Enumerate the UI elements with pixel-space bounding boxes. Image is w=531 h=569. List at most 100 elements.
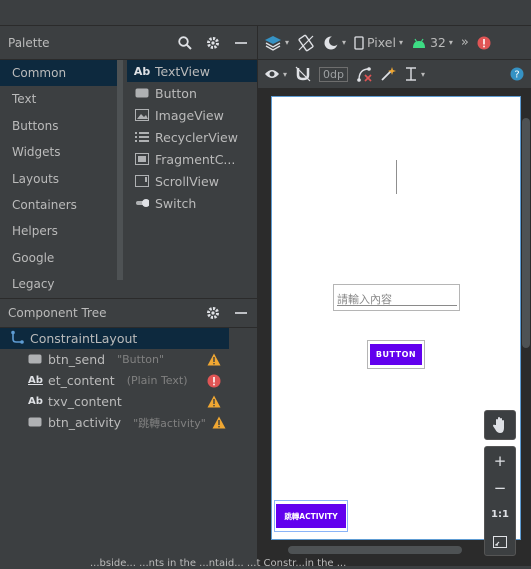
orientation-icon[interactable]	[297, 34, 315, 52]
search-icon[interactable]	[177, 35, 193, 51]
palette-item-label: RecyclerView	[155, 129, 238, 145]
align-icon[interactable]: ▾	[404, 66, 425, 82]
magnet-icon[interactable]	[295, 66, 311, 82]
palette-item-imageview[interactable]: ImageView	[127, 104, 257, 126]
tree-node-txv-content[interactable]: Ab txv_content	[0, 391, 229, 412]
palette-header: Palette	[0, 26, 257, 60]
tree-node-name: ConstraintLayout	[30, 331, 138, 346]
zoom-group: + − 1:1	[484, 446, 516, 556]
textview-icon: Ab	[133, 64, 151, 78]
infer-constraints-icon[interactable]	[380, 66, 396, 82]
palette-item-label: TextView	[155, 63, 210, 79]
constraint-layout-icon	[10, 330, 24, 347]
minimize-icon[interactable]	[233, 305, 249, 321]
palette-item-recyclerview[interactable]: RecyclerView	[127, 126, 257, 148]
palette-splitter[interactable]	[117, 60, 123, 280]
warning-icon[interactable]	[207, 353, 221, 366]
category-buttons[interactable]: Buttons	[0, 113, 117, 139]
clear-constraints-icon[interactable]	[356, 66, 372, 82]
tree-node-btn-activity[interactable]: btn_activity "跳轉activity"	[0, 412, 229, 433]
api-level-selector[interactable]: 32 ▾	[411, 35, 453, 50]
textview-icon: Ab	[28, 375, 43, 386]
design-canvas[interactable]: 請輸入內容 BUTTON 跳轉ACTIVITY + − 1:1	[258, 88, 531, 566]
device-selector[interactable]: Pixel ▾	[354, 35, 403, 50]
tree-node-detail: "Button"	[117, 353, 165, 366]
category-legacy[interactable]: Legacy	[0, 271, 117, 297]
status-bar-text: ...bside... ...nts in the ...ntaid... ..…	[90, 558, 347, 569]
canvas-horizontal-scrollbar[interactable]	[288, 546, 462, 554]
component-tree-title: Component Tree	[8, 306, 107, 320]
gear-icon[interactable]	[205, 305, 221, 321]
zoom-actual-size-button[interactable]: 1:1	[485, 501, 515, 528]
btn-send-preview[interactable]: BUTTON	[367, 340, 425, 369]
palette-item-textview[interactable]: Ab TextView	[127, 60, 257, 82]
btn-send-label: BUTTON	[370, 344, 422, 365]
tree-scroll-area	[229, 328, 257, 566]
device-name: Pixel	[367, 35, 396, 50]
et-content-preview[interactable]: 請輸入內容	[333, 284, 460, 311]
design-toolbar-bottom: ▾ 0dp ▾ ?	[258, 60, 531, 88]
palette-body: Common Text Buttons Widgets Layouts Cont…	[0, 60, 257, 300]
zoom-to-fit-icon[interactable]	[485, 528, 515, 555]
list-icon	[135, 131, 149, 143]
palette-item-button[interactable]: Button	[127, 82, 257, 104]
textview-icon: Ab	[28, 396, 43, 407]
btn-activity-label: 跳轉ACTIVITY	[276, 504, 346, 528]
gear-icon[interactable]	[205, 35, 221, 51]
edittext-underline	[337, 305, 457, 306]
overflow-icon[interactable]: »	[461, 35, 469, 50]
category-containers[interactable]: Containers	[0, 192, 117, 218]
svg-text:?: ?	[514, 70, 519, 81]
theme-icon[interactable]: ▾	[323, 35, 346, 51]
default-margin-field[interactable]: 0dp	[319, 66, 348, 82]
button-icon	[28, 352, 42, 367]
component-tree: ConstraintLayout btn_send "Button" Ab et…	[0, 328, 257, 433]
zoom-in-icon[interactable]: +	[485, 447, 515, 474]
error-icon[interactable]	[207, 374, 221, 388]
tree-node-btn-send[interactable]: btn_send "Button"	[0, 349, 229, 370]
error-icon[interactable]	[477, 36, 491, 50]
minimize-icon[interactable]	[233, 35, 249, 51]
layers-icon[interactable]: ▾	[264, 35, 289, 51]
window-top-bar	[0, 0, 531, 26]
zoom-controls: + − 1:1	[484, 410, 516, 556]
btn-activity-preview[interactable]: 跳轉ACTIVITY	[274, 500, 348, 532]
palette-item-scrollview[interactable]: ScrollView	[127, 170, 257, 192]
palette-categories: Common Text Buttons Widgets Layouts Cont…	[0, 60, 117, 300]
image-icon	[135, 109, 149, 121]
api-level: 32	[429, 35, 446, 50]
canvas-vertical-scrollbar[interactable]	[522, 118, 530, 348]
pan-icon[interactable]	[484, 410, 516, 440]
design-editor: ▾ ▾ Pixel ▾ 32 ▾ » ▾ 0dp ▾ ? 請輸入內容 BUTTON …	[257, 26, 531, 566]
txv-content-preview[interactable]	[396, 160, 397, 194]
eye-icon[interactable]: ▾	[264, 68, 287, 80]
tree-node-detail: (Plain Text)	[126, 374, 188, 387]
palette-item-label: Switch	[155, 195, 197, 211]
palette-item-label: ScrollView	[155, 173, 219, 189]
warning-icon[interactable]	[207, 395, 221, 408]
scroll-icon	[135, 175, 149, 187]
tree-node-name: txv_content	[48, 394, 122, 409]
palette-item-label: FragmentC...	[155, 151, 236, 167]
tree-node-name: et_content	[48, 373, 115, 388]
help-icon[interactable]: ?	[510, 67, 524, 81]
palette-title: Palette	[8, 35, 50, 50]
category-text[interactable]: Text	[0, 86, 117, 112]
category-google[interactable]: Google	[0, 245, 117, 271]
palette-item-label: ImageView	[155, 107, 224, 123]
zoom-out-icon[interactable]: −	[485, 474, 515, 501]
category-layouts[interactable]: Layouts	[0, 166, 117, 192]
palette-item-fragmentcontainerview[interactable]: FragmentC...	[127, 148, 257, 170]
category-helpers[interactable]: Helpers	[0, 218, 117, 244]
design-toolbar-top: ▾ ▾ Pixel ▾ 32 ▾ »	[258, 26, 531, 60]
tree-node-name: btn_send	[48, 352, 106, 367]
palette-item-switch[interactable]: Switch	[127, 192, 257, 214]
palette-items: Ab TextView Button ImageView RecyclerVie…	[127, 60, 257, 214]
palette-item-label: Button	[155, 85, 197, 101]
tree-node-et-content[interactable]: Ab et_content (Plain Text)	[0, 370, 229, 391]
warning-icon[interactable]	[212, 416, 226, 429]
category-widgets[interactable]: Widgets	[0, 139, 117, 165]
tree-root-constraintlayout[interactable]: ConstraintLayout	[0, 328, 229, 349]
category-common[interactable]: Common	[0, 60, 117, 87]
left-panel: Palette Common Text Buttons Widgets Layo…	[0, 26, 257, 566]
